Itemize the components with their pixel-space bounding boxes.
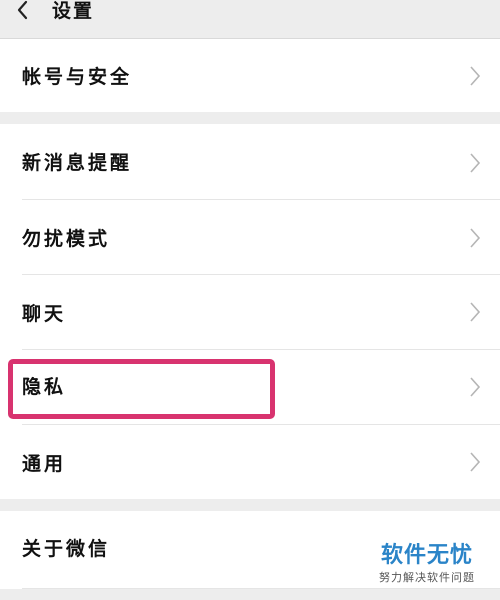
settings-item-label: 隐私 xyxy=(22,376,67,398)
settings-group-account: 帐号与安全 xyxy=(0,39,500,112)
settings-item-general[interactable]: 通用 xyxy=(0,424,500,499)
settings-item-label: 帐号与安全 xyxy=(22,66,133,88)
watermark-title: 软件无忧 xyxy=(380,543,473,568)
settings-item-label: 通用 xyxy=(22,453,67,475)
page-title: 设置 xyxy=(52,0,95,22)
watermark: 软件无忧 努力解决软件问题 xyxy=(372,542,482,586)
settings-item-do-not-disturb[interactable]: 勿扰模式 xyxy=(0,199,500,274)
settings-item-label: 聊天 xyxy=(22,303,67,325)
settings-item-privacy[interactable]: 隐私 xyxy=(0,349,500,424)
settings-item-chat[interactable]: 聊天 xyxy=(0,274,500,349)
chevron-right-icon xyxy=(469,65,481,87)
divider xyxy=(22,588,500,589)
nav-header: 设置 xyxy=(0,0,500,39)
back-chevron-icon[interactable] xyxy=(14,0,34,20)
chevron-right-icon xyxy=(469,152,481,174)
settings-item-label: 关于微信 xyxy=(22,538,111,560)
chevron-right-icon xyxy=(469,227,481,249)
settings-item-label: 勿扰模式 xyxy=(22,228,111,250)
watermark-subtitle: 努力解决软件问题 xyxy=(379,571,475,584)
chevron-right-icon xyxy=(469,451,481,473)
settings-item-account-security[interactable]: 帐号与安全 xyxy=(0,39,500,112)
settings-item-label: 新消息提醒 xyxy=(22,152,133,174)
settings-item-new-message-alert[interactable]: 新消息提醒 xyxy=(0,124,500,199)
settings-group-main: 新消息提醒 勿扰模式 聊天 隐私 通用 xyxy=(0,124,500,499)
chevron-right-icon xyxy=(469,376,481,398)
chevron-right-icon xyxy=(469,301,481,323)
